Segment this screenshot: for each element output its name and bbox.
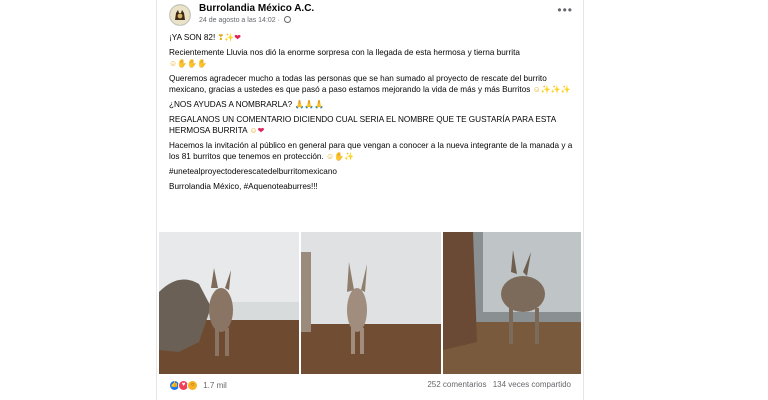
shares-count[interactable]: 134 veces compartido [493,380,571,389]
photo-1[interactable] [159,232,299,374]
page-avatar[interactable] [169,4,191,26]
facebook-post: Burrolandia México A.C. 24 de agosto a l… [156,0,584,400]
clap-icon: ✋ [334,152,345,161]
praying-hands-icon: 🙏 [314,100,325,109]
reactions-summary[interactable]: 👍 ♥ ○ 1.7 mil [169,380,227,391]
party-popper-icon: ✨ [550,85,561,94]
page-name[interactable]: Burrolandia México A.C. [199,3,314,14]
photo-3[interactable] [443,232,581,374]
meta-separator: · [277,17,280,24]
party-popper-icon: ✨ [540,85,551,94]
hashtag-link[interactable]: #unetealproyectoderescatedelburritomexic… [169,167,337,176]
smile-icon: ☺ [532,85,541,94]
photo-2[interactable] [301,232,441,374]
post-paragraph: Burrolandia México, #Aquenoteaburres!!! [169,181,577,192]
post-paragraph: ¡YA SON 82! ❣✨❤ [169,32,577,43]
post-paragraph: Queremos agradecer mucho a todas las per… [169,73,577,95]
post-paragraph: Hacemos la invitación al público en gene… [169,140,577,162]
post-header: Burrolandia México A.C. 24 de agosto a l… [169,3,579,29]
heart-icon: ❤ [257,126,265,135]
clap-icon: ✋ [197,59,208,68]
post-paragraph: #unetealproyectoderescatedelburritomexic… [169,166,577,177]
paragraph-text: Hacemos la invitación al público en gene… [169,141,573,161]
post-paragraph: REGALANOS UN COMENTARIO DICIENDO CUAL SE… [169,114,577,136]
heart-exclamation-icon: ❣ [217,33,225,42]
comments-count[interactable]: 252 comentarios [427,380,486,389]
post-paragraph: ¿NOS AYUDAS A NOMBRARLA? 🙏🙏🙏 [169,99,577,110]
paragraph-text: ¿NOS AYUDAS A NOMBRARLA? [169,100,293,109]
smile-icon: ☺ [326,152,335,161]
clap-icon: ✋ [177,59,188,68]
post-meta: 24 de agosto a las 14:02 · [199,16,291,24]
party-popper-icon: ✨ [344,152,355,161]
globe-icon [283,16,291,23]
clap-icon: ✋ [187,59,198,68]
paragraph-text: Recientemente Lluvia nos dió la enorme s… [169,48,520,57]
reaction-count[interactable]: 1.7 mil [203,381,227,390]
party-popper-icon: ✨ [560,85,571,94]
post-paragraph: Recientemente Lluvia nos dió la enorme s… [169,47,577,69]
paragraph-text: Burrolandia México, #Aquenoteaburres!!! [169,182,318,191]
photo-grid [159,232,581,374]
sparkles-icon: ✨ [224,33,235,42]
post-date[interactable]: 24 de agosto a las 14:02 [199,17,276,24]
post-stats: 252 comentarios 134 veces compartido [427,380,571,389]
smile-icon: ☺ [249,126,258,135]
heart-icon: ❤ [234,33,241,42]
praying-hands-icon: 🙏 [294,100,305,109]
wow-icon: ○ [187,380,198,391]
praying-hands-icon: 🙏 [304,100,315,109]
paragraph-text: ¡YA SON 82! [169,33,216,42]
paragraph-text: Queremos agradecer mucho a todas las per… [169,74,547,94]
post-footer: 👍 ♥ ○ 1.7 mil 252 comentarios 134 veces co… [169,378,577,394]
paragraph-text: REGALANOS UN COMENTARIO DICIENDO CUAL SE… [169,115,556,135]
post-body: ¡YA SON 82! ❣✨❤ Recientemente Lluvia nos… [169,32,577,196]
more-options-icon[interactable]: ••• [557,4,573,16]
smile-icon: ☺ [169,59,178,68]
